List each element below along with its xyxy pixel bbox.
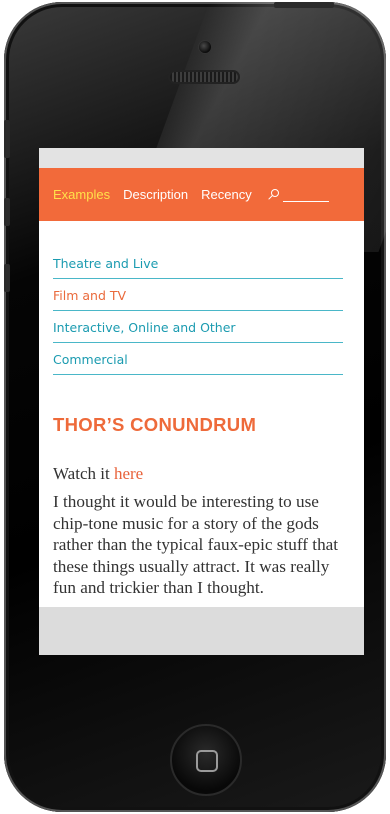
nav-recency[interactable]: Recency	[201, 187, 252, 202]
main-content: Theatre and Live Film and TV Interactive…	[39, 221, 364, 599]
earpiece-speaker	[168, 70, 240, 84]
nav-search	[267, 187, 329, 202]
search-icon[interactable]	[267, 188, 279, 201]
post-body: I thought it would be interesting to use…	[53, 492, 339, 597]
category-film-and-tv[interactable]: Film and TV	[53, 279, 343, 311]
watch-line: Watch it here	[53, 464, 343, 484]
category-list: Theatre and Live Film and TV Interactive…	[53, 247, 343, 375]
category-commercial[interactable]: Commercial	[53, 343, 343, 375]
home-square-icon	[196, 750, 218, 772]
mute-switch[interactable]	[4, 120, 10, 158]
category-interactive-online-other[interactable]: Interactive, Online and Other	[53, 311, 343, 343]
post-title: THOR’S CONUNDRUM	[53, 414, 257, 435]
power-button[interactable]	[274, 2, 334, 8]
bottom-strip	[39, 607, 364, 655]
watch-prefix: Watch it	[53, 464, 114, 483]
home-button[interactable]	[170, 724, 242, 796]
volume-up-button[interactable]	[4, 198, 10, 226]
search-input[interactable]	[282, 187, 329, 202]
category-theatre-and-live[interactable]: Theatre and Live	[53, 247, 343, 279]
top-navbar: Examples Description Recency	[39, 168, 364, 221]
watch-here-link[interactable]: here	[114, 464, 143, 483]
volume-down-button[interactable]	[4, 264, 10, 292]
front-camera	[198, 40, 212, 54]
nav-examples[interactable]: Examples	[53, 187, 110, 202]
nav-description[interactable]: Description	[123, 187, 188, 202]
phone-screen: Examples Description Recency Theatre and…	[39, 148, 364, 655]
status-strip	[39, 148, 364, 168]
